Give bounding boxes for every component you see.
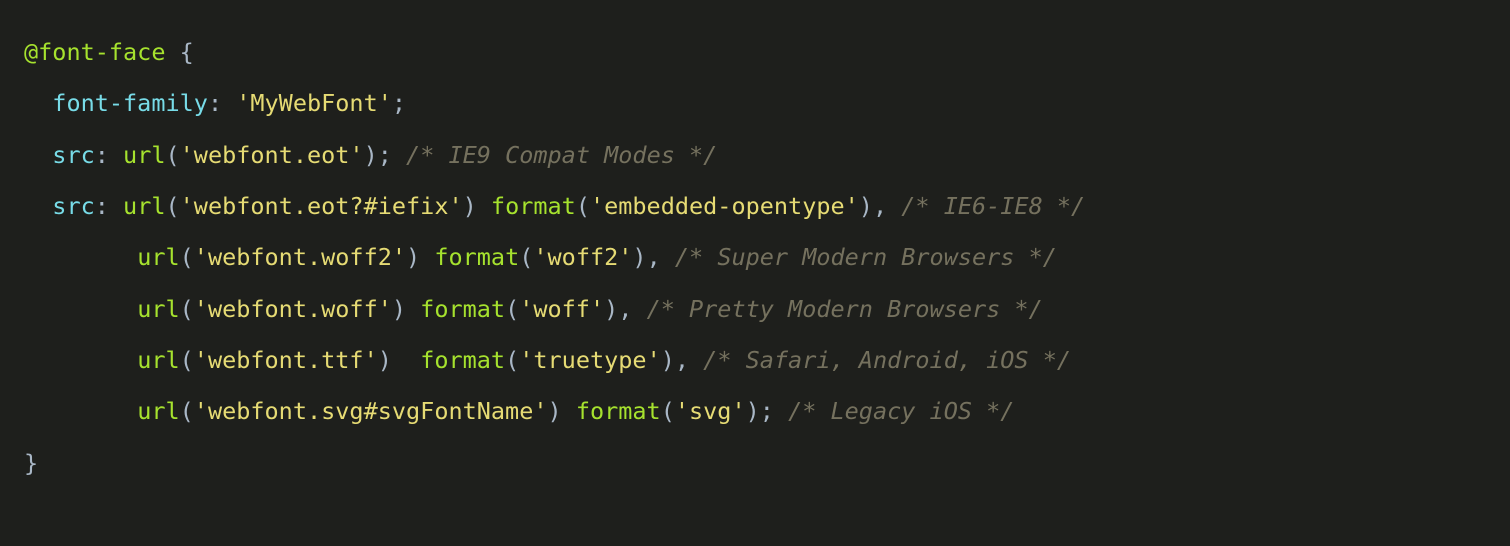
code-token: ( xyxy=(576,192,590,220)
code-line: url('webfont.svg#svgFontName') format('s… xyxy=(24,397,1014,425)
code-token: ( xyxy=(505,295,519,323)
code-token: url xyxy=(137,243,179,271)
code-token: 'woff2' xyxy=(533,243,632,271)
css-code: @font-face { font-family: 'MyWebFont'; s… xyxy=(24,38,1085,477)
code-token: /* IE9 Compat Modes */ xyxy=(406,141,717,169)
code-line: src: url('webfont.eot'); /* IE9 Compat M… xyxy=(24,141,717,169)
code-token: ( xyxy=(180,295,194,323)
code-token: 'truetype' xyxy=(519,346,660,374)
indent xyxy=(24,89,52,117)
code-token: ), xyxy=(632,243,674,271)
code-token: url xyxy=(137,346,179,374)
code-token: ) xyxy=(463,192,491,220)
code-token: format xyxy=(420,295,505,323)
code-line: @font-face { xyxy=(24,38,194,66)
code-token: 'svg' xyxy=(675,397,746,425)
indent xyxy=(24,346,137,374)
code-line: font-family: 'MyWebFont'; xyxy=(24,89,406,117)
code-token: ( xyxy=(180,243,194,271)
code-token: : xyxy=(95,141,123,169)
code-token: ( xyxy=(180,346,194,374)
code-token: 'webfont.eot?#iefix' xyxy=(180,192,463,220)
code-token: url xyxy=(123,192,165,220)
code-token: url xyxy=(137,295,179,323)
code-token: ) xyxy=(548,397,576,425)
code-token: src xyxy=(52,141,94,169)
code-token: } xyxy=(24,449,38,477)
code-token: ; xyxy=(392,89,406,117)
code-token: ), xyxy=(604,295,646,323)
code-token: /* IE6-IE8 */ xyxy=(901,192,1085,220)
code-token: 'webfont.svg#svgFontName' xyxy=(194,397,548,425)
code-token: 'webfont.woff2' xyxy=(194,243,406,271)
code-token: { xyxy=(165,38,193,66)
code-token: ( xyxy=(661,397,675,425)
code-token: @font-face xyxy=(24,38,165,66)
code-token: url xyxy=(123,141,165,169)
code-token: ) xyxy=(392,295,420,323)
code-line: } xyxy=(24,449,38,477)
code-token: 'webfont.woff' xyxy=(194,295,392,323)
code-token: ( xyxy=(180,397,194,425)
indent xyxy=(24,141,52,169)
code-line: url('webfont.ttf') format('truetype'), /… xyxy=(24,346,1071,374)
code-token: format xyxy=(576,397,661,425)
code-token: ( xyxy=(166,192,180,220)
code-token: : xyxy=(95,192,123,220)
code-line: url('webfont.woff') format('woff'), /* P… xyxy=(24,295,1043,323)
code-token: ( xyxy=(166,141,180,169)
code-line: url('webfont.woff2') format('woff2'), /*… xyxy=(24,243,1057,271)
code-line: src: url('webfont.eot?#iefix') format('e… xyxy=(24,192,1085,220)
code-token: format xyxy=(491,192,576,220)
indent xyxy=(24,295,137,323)
code-token: ( xyxy=(519,243,533,271)
indent xyxy=(24,397,137,425)
indent xyxy=(24,243,137,271)
code-token: /* Safari, Android, iOS */ xyxy=(703,346,1071,374)
code-token: ( xyxy=(505,346,519,374)
code-token: format xyxy=(420,346,505,374)
code-token: format xyxy=(434,243,519,271)
code-token: 'webfont.eot' xyxy=(180,141,364,169)
code-token: 'embedded-opentype' xyxy=(590,192,859,220)
indent xyxy=(24,192,52,220)
code-token: /* Legacy iOS */ xyxy=(788,397,1014,425)
code-token: ) xyxy=(378,346,420,374)
code-token: ), xyxy=(859,192,901,220)
code-token: src xyxy=(52,192,94,220)
code-token: font-family xyxy=(52,89,208,117)
code-token: ), xyxy=(661,346,703,374)
code-token: 'webfont.ttf' xyxy=(194,346,378,374)
code-token: 'woff' xyxy=(519,295,604,323)
code-token: /* Pretty Modern Browsers */ xyxy=(647,295,1043,323)
code-token: url xyxy=(137,397,179,425)
code-token: ); xyxy=(364,141,406,169)
code-token: : xyxy=(208,89,236,117)
code-token: /* Super Modern Browsers */ xyxy=(675,243,1057,271)
code-token: 'MyWebFont' xyxy=(236,89,392,117)
code-token: ) xyxy=(406,243,434,271)
css-code-block: @font-face { font-family: 'MyWebFont'; s… xyxy=(0,0,1510,518)
code-token: ); xyxy=(746,397,788,425)
